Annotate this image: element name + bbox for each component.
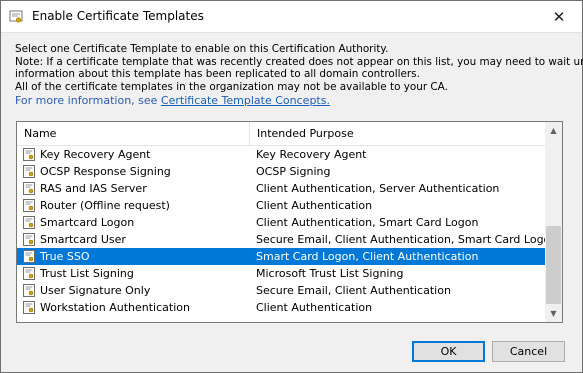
template-intended-purpose: Client Authentication, Server Authentica… <box>256 182 500 195</box>
template-name: Smartcard User <box>40 233 126 246</box>
certificate-template-icon <box>23 165 35 178</box>
ok-button[interactable]: OK <box>412 341 485 362</box>
template-intended-purpose: Secure Email, Client Authentication <box>256 284 451 297</box>
table-row[interactable]: Smartcard User Secure Email, Client Authe… <box>17 231 557 248</box>
template-intended-purpose: Client Authentication, Smart Card Logon <box>256 216 479 229</box>
table-row[interactable]: Key Recovery Agent Key Recovery Agent <box>17 146 545 163</box>
scrollbar-thumb[interactable] <box>546 226 561 304</box>
column-divider[interactable] <box>249 122 250 145</box>
list-rows: Key Recovery Agent Key Recovery Agent OCSP… <box>17 146 557 316</box>
template-name: User Signature Only <box>40 284 151 297</box>
certificate-window-icon <box>9 10 23 23</box>
table-row[interactable]: User Signature Only Secure Email, Client … <box>17 282 545 299</box>
vertical-scrollbar[interactable]: ▲ ▼ <box>545 122 562 322</box>
scroll-up-button[interactable]: ▲ <box>545 122 562 139</box>
template-name: OCSP Response Signing <box>40 165 171 178</box>
certificate-template-icon <box>23 182 35 195</box>
certificate-template-icon <box>23 199 35 212</box>
certificate-template-icon <box>23 284 35 297</box>
template-name: RAS and IAS Server <box>40 182 147 195</box>
close-button[interactable]: ✕ <box>536 1 582 32</box>
template-name: Router (Offline request) <box>40 199 170 212</box>
template-name: Trust List Signing <box>40 267 134 280</box>
certificate-template-icon <box>23 250 35 263</box>
template-name: Workstation Authentication <box>40 301 190 314</box>
template-intended-purpose: Microsoft Trust List Signing <box>256 267 404 280</box>
list-header: Name Intended Purpose <box>17 122 545 146</box>
window-title: Enable Certificate Templates <box>32 9 204 23</box>
scroll-down-button[interactable]: ▼ <box>545 305 562 322</box>
table-row[interactable]: Trust List Signing Microsoft Trust List S… <box>17 265 545 282</box>
template-intended-purpose: Secure Email, Client Authentication, Sma… <box>256 233 558 246</box>
intro-line: All of the certificate templates in the … <box>15 80 448 93</box>
column-header-intended-purpose[interactable]: Intended Purpose <box>257 122 354 145</box>
template-intended-purpose: Smart Card Logon, Client Authentication <box>256 250 479 263</box>
table-row[interactable]: True SSO Smart Card Logon, Client Authent… <box>17 248 545 265</box>
certificate-template-icon <box>23 148 35 161</box>
certificate-templates-list[interactable]: Name Intended Purpose Key Recovery Agent… <box>16 121 563 323</box>
certificate-template-icon <box>23 301 35 314</box>
intro-line: information about this template has been… <box>15 68 420 80</box>
chevron-down-icon: ▼ <box>550 309 557 318</box>
template-name: Key Recovery Agent <box>40 148 151 161</box>
chevron-up-icon: ▲ <box>550 126 557 135</box>
title-bar[interactable]: Enable Certificate Templates ✕ <box>1 1 582 33</box>
template-intended-purpose: Client Authentication <box>256 301 373 314</box>
more-info-line: For more information, see Certificate Te… <box>15 94 330 107</box>
template-name: Smartcard Logon <box>40 216 135 229</box>
certificate-template-icon <box>23 267 35 280</box>
template-intended-purpose: OCSP Signing <box>256 165 331 178</box>
table-row[interactable]: Router (Offline request) Client Authentic… <box>17 197 545 214</box>
intro-line: Select one Certificate Template to enabl… <box>15 43 389 55</box>
intro-line: Note: If a certificate template that was… <box>15 55 583 68</box>
more-info-prefix: For more information, see <box>15 94 161 107</box>
template-name: True SSO <box>40 250 90 263</box>
table-row[interactable]: RAS and IAS Server Client Authentication,… <box>17 180 545 197</box>
intro-text: Select one Certificate Template to enabl… <box>15 43 583 93</box>
close-icon: ✕ <box>552 7 566 26</box>
certificate-template-icon <box>23 216 35 229</box>
table-row[interactable]: Smartcard Logon Client Authentication, Sm… <box>17 214 545 231</box>
certificate-template-icon <box>23 233 35 246</box>
table-row[interactable]: Workstation Authentication Client Authent… <box>17 299 545 316</box>
enable-certificate-templates-dialog: Enable Certificate Templates ✕ Select on… <box>0 0 583 373</box>
cancel-button[interactable]: Cancel <box>492 341 565 362</box>
table-row[interactable]: OCSP Response Signing OCSP Signing <box>17 163 545 180</box>
template-intended-purpose: Client Authentication <box>256 199 373 212</box>
template-intended-purpose: Key Recovery Agent <box>256 148 367 161</box>
column-header-name[interactable]: Name <box>24 122 56 145</box>
certificate-template-concepts-link[interactable]: Certificate Template Concepts. <box>161 94 330 107</box>
